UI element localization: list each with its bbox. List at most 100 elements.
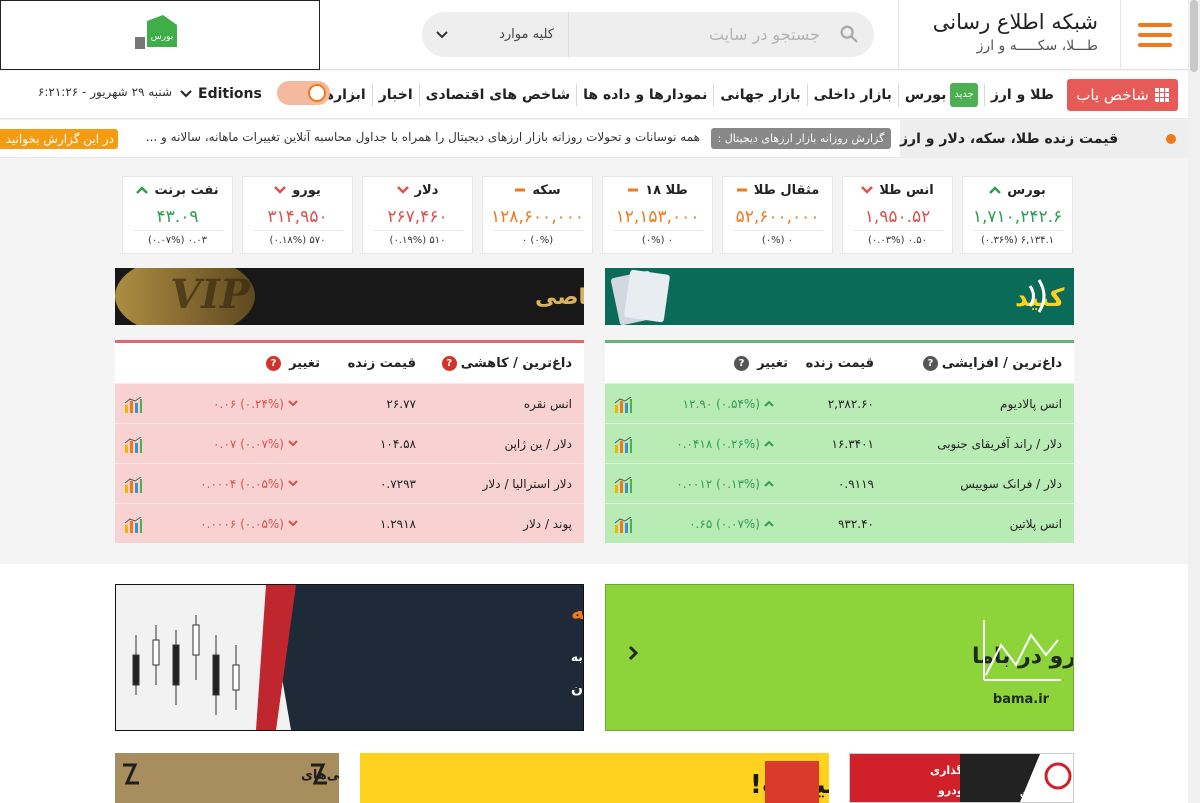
search-scope-select[interactable]: کلیه موارد <box>422 12 568 57</box>
index-finder-button[interactable]: شاخص یاب <box>1067 79 1178 111</box>
row-price: ۹۳۲.۴۰ <box>837 516 874 531</box>
arrow-down-icon <box>288 520 298 527</box>
nav-item-global-market[interactable]: بازار جهانی <box>713 84 806 106</box>
bourse-logo: بورس <box>135 15 177 49</box>
tile-name: بورس <box>1007 182 1046 198</box>
price-tile[interactable]: نفت برنت ۴۳.۰۹ ۰.۰۳ (۰.۰۷%) <box>122 176 233 254</box>
chart-icon[interactable] <box>123 515 143 535</box>
nav-item-news[interactable]: اخبار <box>371 84 419 106</box>
row-change: ۰.۰۷ (۰.۰۷%) <box>213 436 284 451</box>
chevron-down-icon <box>436 30 448 38</box>
chart-icon[interactable] <box>613 515 633 535</box>
tile-divider <box>612 230 703 231</box>
table-row[interactable]: دلار / فرانک سوییس ۰.۹۱۱۹ ۰.۰۰۱۲ (۰.۱۳%) <box>605 463 1074 503</box>
table-row[interactable]: انس نقره ۲۶.۷۷ ۰.۰۶ (۰.۲۴%) <box>115 383 584 423</box>
logo-text: بورس <box>151 32 174 42</box>
chart-icon[interactable] <box>123 435 143 455</box>
car-pricing-ad-art: قیمت گذاری تخصصی خودرو برای اولین بار در… <box>850 754 1098 802</box>
nav-item-charts-data[interactable]: نمودارها و داده ها <box>576 84 713 106</box>
ticker-title[interactable]: قیمت زنده طلا، سکه، دلار و ارز <box>900 120 1188 158</box>
nav-item-bourse[interactable]: بورس جدید <box>897 83 984 107</box>
brand[interactable]: شبکه اطلاع رسانی طـــلا، سکـــــه و ارز <box>898 0 1120 70</box>
arrow-up-icon <box>764 480 774 487</box>
price-tile[interactable]: سکه ۱۲۸,۶۰۰,۰۰۰ (۰%) ۰ <box>482 176 593 254</box>
gainers-title: داغ‌ترین / افزایشی <box>941 355 1062 371</box>
price-tile[interactable]: یورو ۳۱۴,۹۵۰ ۵۷۰ (۰.۱۸%) <box>242 176 353 254</box>
help-icon[interactable]: ? <box>922 355 938 371</box>
arrow-up-icon <box>764 520 774 527</box>
scrollbar-thumb[interactable] <box>1190 0 1198 72</box>
table-row[interactable]: دلار استرالیا / دلار ۰.۷۲۹۳ ۰.۰۰۰۴ (۰.۰۵%) <box>115 463 584 503</box>
tile-name: دلار <box>414 182 439 198</box>
tile-divider <box>852 230 943 231</box>
chart-icon[interactable] <box>613 395 633 415</box>
table-row[interactable]: دلار / ین ژاپن ۱۰۴.۵۸ ۰.۰۷ (۰.۰۷%) <box>115 423 584 463</box>
no-limit-ad[interactable]: هیـــچ محدودیتی در تأمین نیست! <box>360 753 1170 803</box>
arrow-down-icon <box>288 440 298 447</box>
help-icon[interactable]: ? <box>734 355 750 371</box>
theme-toggle[interactable] <box>277 81 330 105</box>
tile-value: ۳۱۴,۹۵۰ <box>267 207 328 227</box>
dana-line1: مطمئن ترین دریچه ورود به <box>571 650 583 665</box>
ticker-read-button[interactable]: در این گزارش بخوانید <box>0 129 118 149</box>
editions-dropdown[interactable]: Editions <box>180 83 262 105</box>
row-name: دلار / راند آفریقای جنوبی <box>937 436 1062 451</box>
dana-ad-art: دانا سرمایه مطمئن ترین دریچه ورود به بور… <box>116 585 814 730</box>
nav-item-domestic-market[interactable]: بازار داخلی <box>806 84 898 106</box>
table-row[interactable]: پوند / دلار ۱.۲۹۱۸ ۰.۰۰۰۶ (۰.۰۵%) <box>115 503 584 543</box>
dash-icon <box>628 188 639 192</box>
row-change: ۰.۰۶ (۰.۲۴%) <box>213 396 284 411</box>
arrow-down-icon <box>396 186 409 194</box>
index-finder-label: شاخص یاب <box>1076 86 1149 104</box>
search-input[interactable] <box>570 12 830 57</box>
search-icon[interactable] <box>838 23 860 45</box>
ticker-text[interactable]: همه نوسانات و تحولات روزانه بازار ارزهای… <box>128 130 700 148</box>
table-row[interactable]: انس پالادیوم ۲,۳۸۲.۶۰ ۱۲.۹۰ (۰.۵۴%) <box>605 383 1074 423</box>
arrow-down-icon <box>288 480 298 487</box>
losers-col-price: قیمت زنده <box>347 355 416 371</box>
car-pricing-text-4: در ایران <box>1020 789 1056 799</box>
arrow-up-icon <box>764 400 774 407</box>
invest-banner-art: هوشمند سرمایه گذاری کنید <box>605 268 1074 325</box>
vip-portfolio-banner[interactable]: VIP سبدگردانی اختصاصی <box>115 268 584 325</box>
row-change: ۱۲.۹۰ (۰.۵۴%) <box>682 396 760 411</box>
chart-icon[interactable] <box>123 475 143 495</box>
nav-item-gold-currency[interactable]: طلا و ارز <box>983 84 1060 106</box>
price-tile[interactable]: دلار ۲۶۷,۴۶۰ ۵۱۰ (۰.۱۹%) <box>362 176 473 254</box>
no-limit-ad-art: هیـــچ محدودیتی در تأمین نیست! <box>360 753 1170 803</box>
losers-title: داغ‌ترین / کاهشی <box>460 355 572 371</box>
table-row[interactable]: دلار / راند آفریقای جنوبی ۱۶.۳۴۰۱ ۰.۰۴۱۸ (… <box>605 423 1074 463</box>
tile-change: ۰.۰۳ (۰.۰۷%) <box>147 235 208 246</box>
ticker-tag[interactable]: گزارش روزانه بازار ارزهای دیجیتال : <box>711 128 891 149</box>
arrow-down-icon <box>274 186 287 194</box>
losers-col-change: تغییر <box>289 355 320 371</box>
gainers-header: داغ‌ترین / افزایشی? قیمت زنده تغییر? <box>605 343 1074 383</box>
help-icon[interactable]: ? <box>441 355 457 371</box>
bourse-logo-banner[interactable]: بورس <box>0 0 320 70</box>
chart-icon[interactable] <box>123 395 143 415</box>
chart-icon[interactable] <box>613 435 633 455</box>
price-tile[interactable]: مثقال طلا ۵۲,۶۰۰,۰۰۰ ۰ (۰%) <box>722 176 833 254</box>
price-tile[interactable]: بورس ۱,۷۱۰,۲۴۲.۶ ۶,۱۳۴.۱ (۰.۳۶%) <box>962 176 1073 254</box>
car-pricing-ad[interactable]: قیمت گذاری تخصصی خودرو برای اولین بار در… <box>849 753 1098 803</box>
gainers-col-change: تغییر <box>757 355 788 371</box>
bama-car-ad[interactable]: قیمت لحظه‌ای بازار خودرو در باما bama.ir <box>605 584 1200 731</box>
table-row[interactable]: انس پلاتین ۹۳۲.۴۰ ۰.۶۵ (۰.۰۷%) <box>605 503 1074 543</box>
search-divider <box>568 12 569 57</box>
price-tile[interactable]: طلا ۱۸ ۱۲,۱۵۳,۰۰۰ ۰ (۰%) <box>602 176 713 254</box>
new-badge: جدید <box>950 83 978 107</box>
help-icon[interactable]: ? <box>266 355 282 371</box>
price-tile[interactable]: انس طلا ۱,۹۵۰.۵۲ ۰.۵۰ (۰.۰۳%) <box>842 176 953 254</box>
menu-icon[interactable] <box>1120 0 1188 70</box>
scrollbar[interactable] <box>1188 0 1200 803</box>
row-name: انس نقره <box>523 396 572 411</box>
tile-change: ۵۷۰ (۰.۱۸%) <box>269 235 326 246</box>
nav-item-economic-indicators[interactable]: شاخص های اقتصادی <box>418 84 577 106</box>
smart-invest-banner[interactable]: هوشمند سرمایه گذاری کنید <box>605 268 1074 325</box>
agency-group-ad[interactable]: گروه نمایندگی‌های <box>115 753 420 803</box>
chart-icon[interactable] <box>613 475 633 495</box>
dana-capital-ad[interactable]: دانا سرمایه مطمئن ترین دریچه ورود به بور… <box>115 584 814 731</box>
row-name: دلار / ین ژاپن <box>504 436 572 451</box>
row-price: ۰.۹۱۱۹ <box>837 476 874 491</box>
dash-icon <box>515 188 526 192</box>
